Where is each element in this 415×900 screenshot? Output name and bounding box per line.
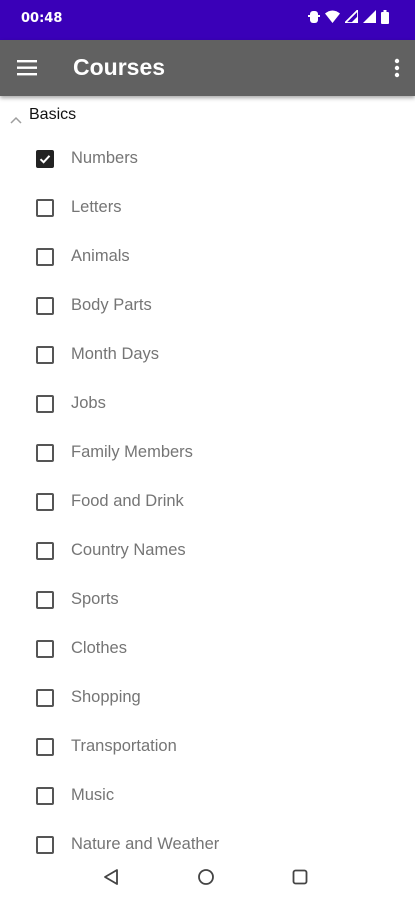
list-item[interactable]: Animals [0,232,415,281]
status-bar: 00:48 [0,0,415,40]
list-item-label: Music [71,786,115,804]
section-header-basics[interactable]: Basics [0,98,415,134]
list-item[interactable]: Jobs [0,379,415,428]
list-item-label: Shopping [71,688,141,706]
list-item-label: Month Days [71,345,160,363]
checkbox[interactable] [36,395,54,413]
checkbox[interactable] [36,787,54,805]
list-item[interactable]: Transportation [0,722,415,771]
checkbox[interactable] [36,248,54,266]
recents-icon[interactable] [292,869,308,890]
check-icon [39,155,51,164]
battery-icon [381,9,389,29]
notification-icon [308,10,320,29]
list-item[interactable]: Country Names [0,526,415,575]
navigation-bar [0,858,415,900]
list-item-label: Letters [71,198,122,216]
list-item-label: Country Names [71,541,186,559]
checkbox[interactable] [36,297,54,315]
list-item-label: Family Members [71,443,193,461]
list-item-label: Sports [71,590,119,608]
list-item[interactable]: Body Parts [0,281,415,330]
signal-icon [363,10,376,28]
list-item[interactable]: Numbers [0,134,415,183]
signal-icon [342,7,359,28]
list-item[interactable]: Month Days [0,330,415,379]
list-item[interactable]: Letters [0,183,415,232]
list-item[interactable]: Shopping [0,673,415,722]
checkbox[interactable] [36,738,54,756]
wifi-icon [325,10,340,28]
chevron-up-icon[interactable] [10,111,22,124]
list-item[interactable]: Music [0,771,415,820]
section-title: Basics [29,106,77,123]
list-item-label: Food and Drink [71,492,184,510]
status-icons [308,7,389,29]
list-item-label: Transportation [71,737,177,755]
app-bar: Courses [0,40,415,96]
checkbox[interactable] [36,640,54,658]
checkbox[interactable] [36,493,54,511]
checkbox[interactable] [36,444,54,462]
checkbox[interactable] [36,199,54,217]
list-item-label: Nature and Weather [71,835,220,853]
checkbox[interactable] [36,836,54,854]
home-icon[interactable] [197,868,215,891]
menu-icon[interactable] [17,58,39,78]
list-item[interactable]: Clothes [0,624,415,673]
checkbox[interactable] [36,542,54,560]
list-item-label: Body Parts [71,296,152,314]
more-vert-icon[interactable] [393,56,401,80]
list-item-label: Animals [71,247,130,265]
checkbox[interactable] [36,346,54,364]
status-time: 00:48 [21,11,63,26]
list-item[interactable]: Sports [0,575,415,624]
list-item[interactable]: Family Members [0,428,415,477]
page-title: Courses [73,54,166,80]
back-icon[interactable] [103,868,119,891]
list-item-label: Clothes [71,639,127,657]
checkbox[interactable] [36,689,54,707]
list-item[interactable]: Food and Drink [0,477,415,526]
checkbox-checked[interactable] [36,150,54,168]
checkbox[interactable] [36,591,54,609]
list-item-label: Jobs [71,394,106,412]
list-item-label: Numbers [71,149,138,167]
